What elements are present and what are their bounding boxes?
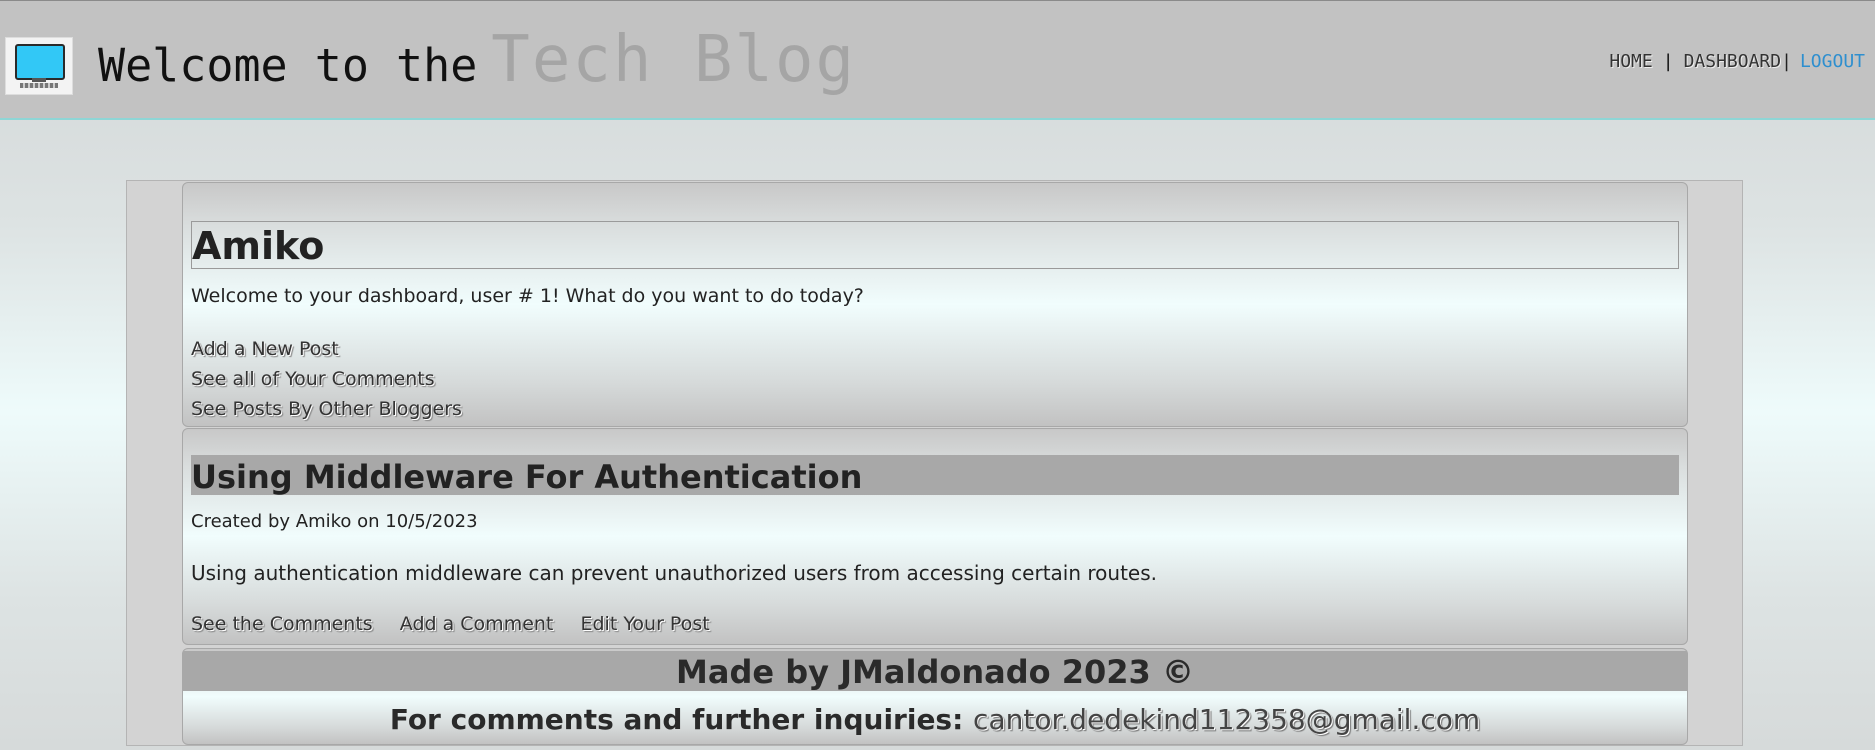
edit-post-link[interactable]: Edit Your Post [580,609,709,639]
post-title: Using Middleware For Authentication [191,455,1679,496]
main-nav: HOME | DASHBOARD| LOGOUT [1609,51,1865,72]
dashboard-username: Amiko [191,221,1679,269]
post-card: Using Middleware For Authentication Crea… [182,428,1688,645]
nav-separator: | [1781,51,1792,72]
post-actions: See the Comments Add a Comment Edit Your… [191,609,732,639]
footer-email-link[interactable]: cantor.dedekind112358@gmail.com [973,703,1480,736]
see-comments-link[interactable]: See the Comments [191,609,373,639]
see-your-comments-link[interactable]: See all of Your Comments [191,364,462,394]
nav-logout-link[interactable]: LOGOUT [1800,51,1865,72]
add-comment-link[interactable]: Add a Comment [400,609,554,639]
site-title-accent: Tech Blog [491,23,857,97]
keyboard-graphic [20,83,58,88]
dashboard-actions: Add a New Post See all of Your Comments … [191,334,462,424]
computer-monitor-icon [5,37,73,95]
post-meta: Created by Amiko on 10/5/2023 [191,511,478,532]
nav-home-link[interactable]: HOME [1609,51,1652,72]
site-title-plain: Welcome to the [98,39,478,92]
footer-made-by: Made by JMaldonado 2023 © [183,651,1687,691]
monitor-stand [32,78,46,82]
dashboard-welcome-text: Welcome to your dashboard, user # 1! Wha… [191,285,864,307]
site-title: Welcome to the Tech Blog [98,23,856,97]
nav-dashboard-link[interactable]: DASHBOARD [1684,51,1782,72]
footer-contact-label: For comments and further inquiries: [389,703,964,736]
see-other-bloggers-posts-link[interactable]: See Posts By Other Bloggers [191,394,462,424]
add-new-post-link[interactable]: Add a New Post [191,334,462,364]
footer-contact: For comments and further inquiries: cant… [183,703,1687,736]
post-body: Using authentication middleware can prev… [191,561,1158,585]
nav-separator: | [1662,51,1674,72]
dashboard-card: Amiko Welcome to your dashboard, user # … [182,182,1688,427]
site-footer: Made by JMaldonado 2023 © For comments a… [182,648,1688,745]
monitor-screen [15,44,65,80]
site-header: Welcome to the Tech Blog HOME | DASHBOARD| L… [0,0,1875,120]
